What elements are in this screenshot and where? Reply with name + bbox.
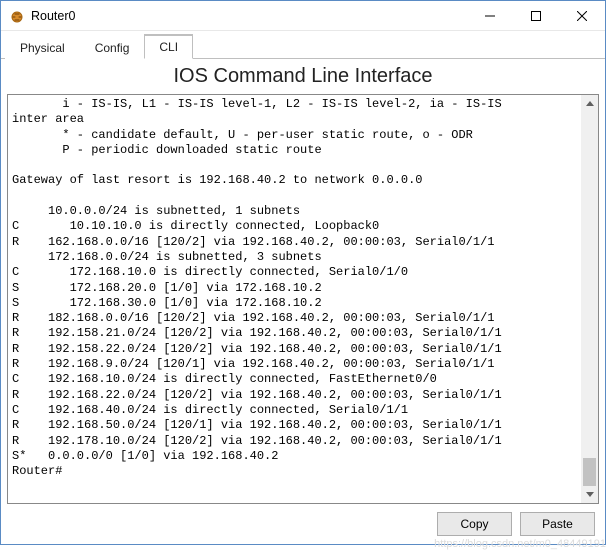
app-window: Router0 Physical Config CLI IOS Command … — [0, 0, 606, 545]
copy-button[interactable]: Copy — [437, 512, 512, 536]
scroll-down-button[interactable] — [581, 486, 598, 503]
minimize-button[interactable] — [467, 1, 513, 31]
titlebar-left: Router0 — [9, 8, 75, 24]
tabs: Physical Config CLI — [1, 33, 605, 59]
scroll-track[interactable] — [581, 112, 598, 486]
maximize-button[interactable] — [513, 1, 559, 31]
content-area: IOS Command Line Interface i - IS-IS, L1… — [1, 59, 605, 544]
terminal-scrollbar[interactable] — [581, 95, 598, 503]
cli-heading: IOS Command Line Interface — [7, 65, 599, 88]
tab-cli[interactable]: CLI — [144, 34, 193, 59]
router-icon — [9, 8, 25, 24]
tab-config[interactable]: Config — [80, 36, 145, 59]
window-title: Router0 — [31, 9, 75, 23]
close-button[interactable] — [559, 1, 605, 31]
cli-terminal[interactable]: i - IS-IS, L1 - IS-IS level-1, L2 - IS-I… — [8, 95, 581, 503]
titlebar: Router0 — [1, 1, 605, 31]
window-controls — [467, 1, 605, 31]
scroll-up-button[interactable] — [581, 95, 598, 112]
button-row: Copy Paste — [7, 504, 599, 544]
tab-physical[interactable]: Physical — [5, 36, 80, 59]
terminal-container: i - IS-IS, L1 - IS-IS level-1, L2 - IS-I… — [7, 94, 599, 504]
paste-button[interactable]: Paste — [520, 512, 595, 536]
scroll-thumb[interactable] — [583, 458, 596, 486]
